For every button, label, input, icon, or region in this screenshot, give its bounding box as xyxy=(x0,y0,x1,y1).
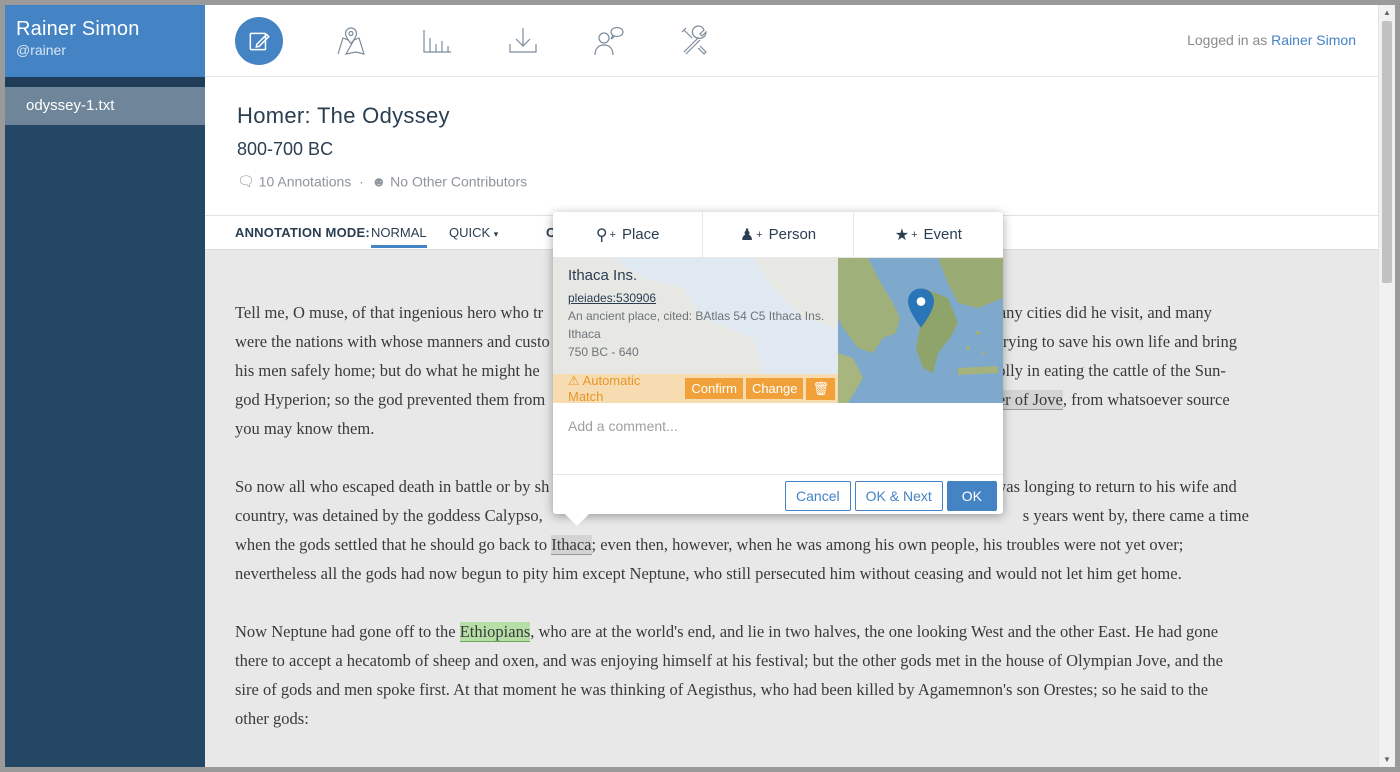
map-image xyxy=(838,258,1003,403)
text-fragment: god Hyperion; so the god prevented them … xyxy=(235,390,546,409)
download-icon[interactable] xyxy=(499,17,547,65)
tab-person-label: Person xyxy=(768,226,817,243)
place-name: Ithaca Ins. xyxy=(568,267,638,284)
text-fragment: , from whatsoever source xyxy=(1062,390,1230,409)
plus-icon: + xyxy=(756,228,763,241)
app-window: Rainer Simon @rainer odyssey-1.txt Logge… xyxy=(5,5,1395,767)
page-title: Homer: The Odyssey xyxy=(237,103,450,128)
text-fragment: there to accept a hecatomb of sheep and … xyxy=(235,651,1223,670)
sidebar: Rainer Simon @rainer odyssey-1.txt xyxy=(5,5,205,767)
sidebar-divider xyxy=(5,77,205,87)
text-fragment: his men safely home; but do what he migh… xyxy=(235,361,540,380)
user-handle: @rainer xyxy=(16,42,67,58)
text-fragment: folly in eating the cattle of the Sun- xyxy=(991,361,1226,380)
change-button[interactable]: Change xyxy=(745,378,804,399)
annotation-highlight[interactable]: ter of Jove xyxy=(993,390,1063,410)
map-marker-icon xyxy=(908,288,934,328)
place-match-card: Ithaca Ins. pleiades:530906 An ancient p… xyxy=(553,258,1003,403)
scrollbar-thumb[interactable] xyxy=(1382,21,1392,283)
text-fragment: was longing to return to his wife and xyxy=(994,477,1237,496)
text-fragment: So now all who escaped death in battle o… xyxy=(235,477,550,496)
tab-place[interactable]: ⚲ + Place xyxy=(553,212,704,257)
place-info: Ithaca Ins. pleiades:530906 An ancient p… xyxy=(553,258,838,403)
place-alt-name: Ithaca xyxy=(568,327,601,341)
paragraph: Now Neptune had gone off to the Ethiopia… xyxy=(235,617,1265,733)
warning-icon: ⚠ xyxy=(568,373,580,388)
match-status-bar: ⚠ Automatic Match Confirm Change 🗑︎ xyxy=(553,373,838,403)
confirm-button[interactable]: Confirm xyxy=(685,378,743,399)
text-fragment: when the gods settled that he should go … xyxy=(235,535,552,554)
annotation-highlight-ethiopians[interactable]: Ethiopians xyxy=(459,622,531,642)
mode-quick-label: QUICK xyxy=(449,225,491,240)
share-icon[interactable] xyxy=(585,17,633,65)
text-fragment: sire of gods and men spoke first. At tha… xyxy=(235,680,1209,699)
ok-next-button[interactable]: OK & Next xyxy=(854,481,943,511)
scrollbar[interactable]: ▲ ▼ xyxy=(1378,5,1395,767)
comment-input[interactable]: Add a comment... xyxy=(553,403,1003,475)
text-fragment: country, was detained by the goddess Cal… xyxy=(235,506,543,525)
caret-down-icon: ▾ xyxy=(493,229,499,239)
contributors-text: No Other Contributors xyxy=(390,173,528,190)
tab-event-label: Event xyxy=(923,226,962,243)
edit-icon[interactable] xyxy=(235,17,283,65)
mode-normal-tab[interactable]: NORMAL xyxy=(371,225,427,248)
meta-separator: · xyxy=(355,173,368,190)
tab-place-label: Place xyxy=(621,226,660,243)
place-uri-link[interactable]: pleiades:530906 xyxy=(568,289,824,307)
trash-icon[interactable]: 🗑︎ xyxy=(806,377,835,400)
place-map-thumbnail[interactable] xyxy=(838,258,1003,403)
mode-quick-dropdown[interactable]: QUICK ▾ xyxy=(449,225,498,240)
popup-actions: Cancel OK & Next OK xyxy=(781,481,997,511)
star-icon: ★ xyxy=(894,226,910,244)
text-fragment: Many cities did he visit, and many xyxy=(984,303,1212,322)
users-icon: ☻ xyxy=(371,173,387,190)
login-user-link[interactable]: Rainer Simon xyxy=(1271,32,1356,48)
login-status: Logged in as Rainer Simon xyxy=(1187,32,1356,48)
place-dates: 750 BC - 640 xyxy=(568,345,639,359)
text-fragment: , who are at the world's end, and lie in… xyxy=(530,622,1219,641)
entity-type-tabs: ⚲ + Place ♟ + Person ★ + Event xyxy=(553,212,1003,258)
text-fragment: Now Neptune had gone off to the xyxy=(235,622,460,641)
plus-icon: + xyxy=(911,228,918,241)
match-status: ⚠ Automatic Match xyxy=(568,373,675,403)
top-toolbar: Logged in as Rainer Simon xyxy=(205,5,1378,77)
user-name: Rainer Simon xyxy=(16,18,140,40)
settings-icon[interactable] xyxy=(671,17,719,65)
popup-pointer xyxy=(565,514,589,526)
text-fragment: s years went by, there came a time xyxy=(1022,506,1249,525)
map-icon[interactable] xyxy=(327,17,375,65)
ok-button[interactable]: OK xyxy=(946,481,997,511)
stats-icon[interactable] xyxy=(413,17,461,65)
annotations-count: 10 Annotations xyxy=(258,173,352,190)
user-box: Rainer Simon @rainer xyxy=(5,5,205,77)
comment-icon: 🗨︎ xyxy=(237,172,255,189)
map-marker-icon: ⚲ xyxy=(595,226,608,244)
document-header: Homer: The Odyssey 800-700 BC 🗨︎ 10 Anno… xyxy=(237,103,527,190)
scroll-down-icon[interactable]: ▼ xyxy=(1383,755,1391,764)
plus-icon: + xyxy=(609,228,616,241)
text-fragment: rying to save his own life and bring xyxy=(1002,332,1237,351)
cancel-button[interactable]: Cancel xyxy=(785,481,851,511)
login-prefix: Logged in as xyxy=(1187,32,1268,48)
tab-event[interactable]: ★ + Event xyxy=(854,212,1003,257)
tab-person[interactable]: ♟ + Person xyxy=(703,212,854,257)
annotation-editor-popup: ⚲+ Place ♟+ Person ★+ Event Ithaca In xyxy=(553,212,1003,526)
place-details: Ithaca Ins. pleiades:530906 An ancient p… xyxy=(568,267,824,361)
text-fragment: Tell me, O muse, of that ingenious hero … xyxy=(235,303,544,322)
annotation-highlight-ithaca[interactable]: Ithaca xyxy=(551,535,592,555)
person-icon: ♟ xyxy=(739,226,755,244)
document-meta: 🗨︎ 10 Annotations · ☻ No Other Contribut… xyxy=(237,172,527,190)
text-fragment: ; even then, however, when he was among … xyxy=(591,535,1184,554)
text-fragment: were the nations with whose manners and … xyxy=(235,332,550,351)
sidebar-item-file[interactable]: odyssey-1.txt xyxy=(5,87,205,125)
text-fragment: you may know them. xyxy=(235,419,375,438)
place-description: An ancient place, cited: BAtlas 54 C5 It… xyxy=(568,309,825,323)
text-fragment: nevertheless all the gods had now begun … xyxy=(235,564,1182,583)
document-date: 800-700 BC xyxy=(237,139,334,159)
annotation-mode-label: ANNOTATION MODE: xyxy=(235,225,370,240)
scroll-up-icon[interactable]: ▲ xyxy=(1383,8,1391,17)
text-fragment: other gods: xyxy=(235,709,309,728)
